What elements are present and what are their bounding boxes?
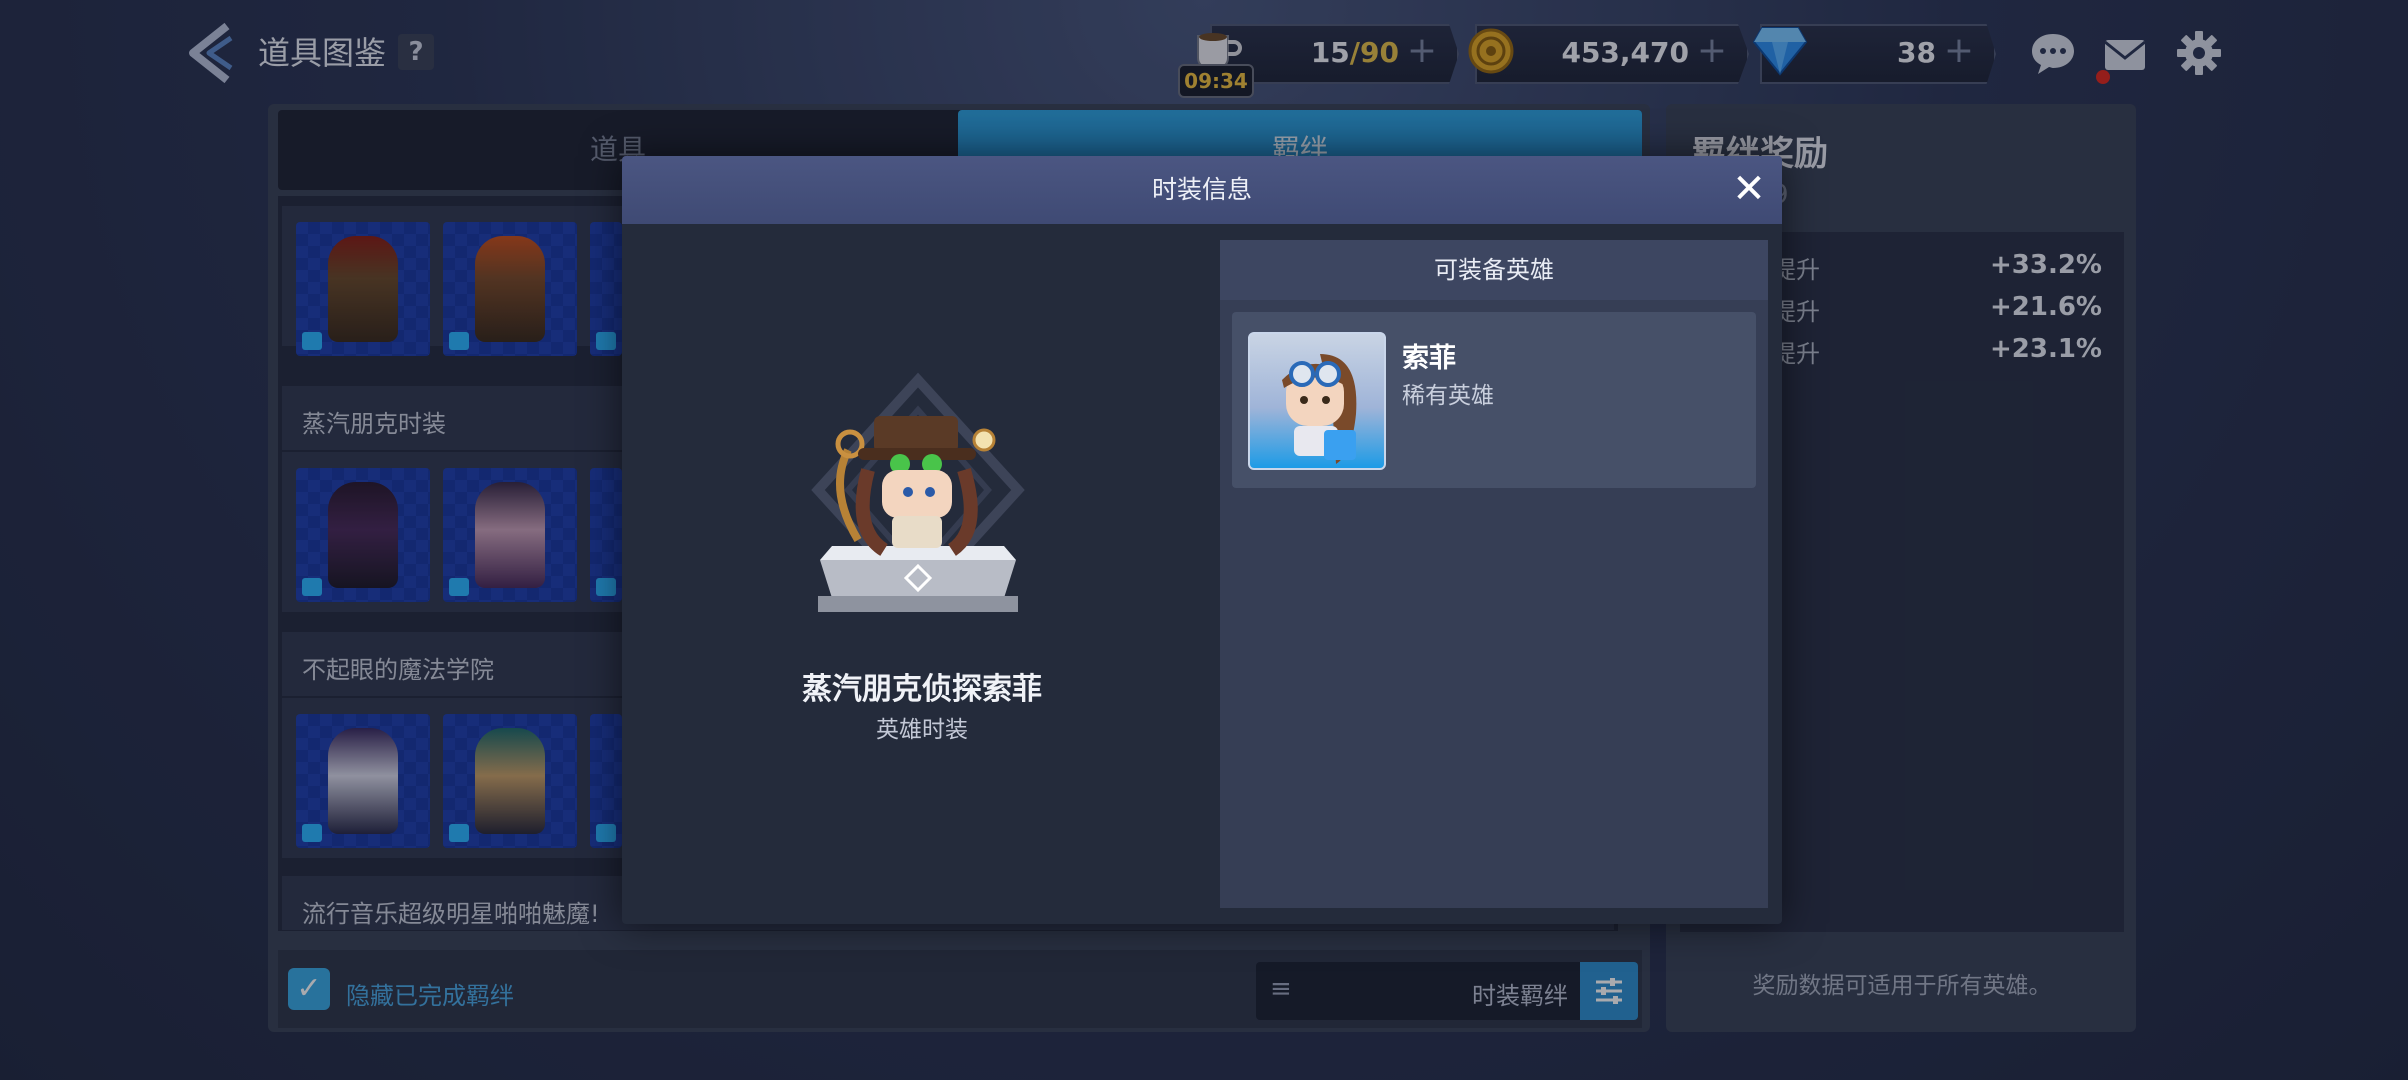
close-icon[interactable]: ✕ <box>1728 168 1770 210</box>
equippable-heroes-header: 可装备英雄 <box>1220 240 1768 300</box>
costume-name: 蒸汽朋克侦探索菲 <box>802 672 1042 707</box>
hero-avatar-icon <box>1282 354 1357 464</box>
costume-preview-sprite <box>811 372 1025 612</box>
dialog-title: 时装信息 <box>1151 175 1252 204</box>
hero-portrait[interactable] <box>1248 332 1386 470</box>
hero-rarity: 稀有英雄 <box>1402 383 1494 409</box>
costume-type: 英雄时装 <box>876 717 968 743</box>
hero-name: 索菲 <box>1402 343 1456 374</box>
